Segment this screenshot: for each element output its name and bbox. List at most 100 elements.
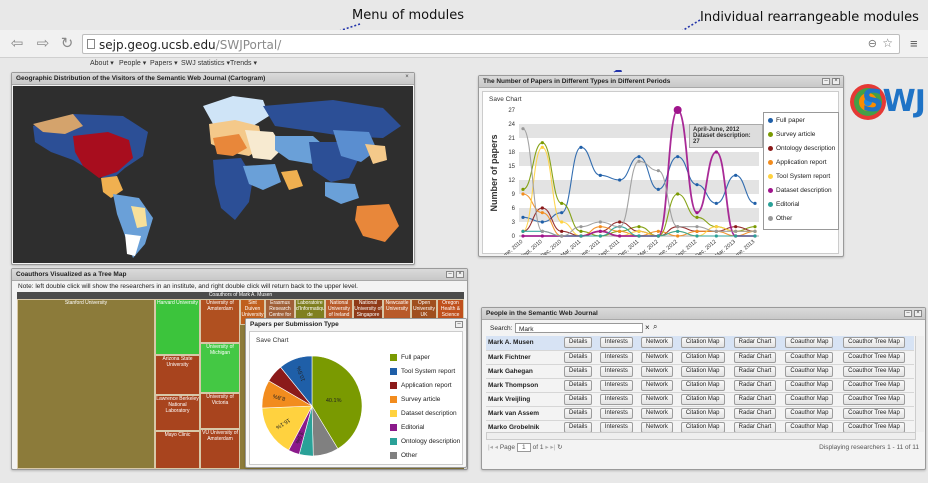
page-number-input[interactable]: 1 (516, 443, 531, 452)
coauthor-map-button[interactable]: Coauthor Map (785, 407, 834, 419)
details-button[interactable]: Details (564, 407, 593, 419)
minimize-icon[interactable]: – (446, 271, 454, 278)
network-button[interactable]: Network (640, 365, 673, 377)
search-icon[interactable]: ⌕ (653, 322, 657, 332)
network-button[interactable]: Network (640, 337, 673, 349)
legend-item[interactable]: Editorial (768, 201, 799, 208)
horizontal-scrollbar[interactable] (486, 432, 916, 440)
radar-chart-button[interactable]: Radar Chart (733, 337, 777, 349)
pie-panel[interactable]: Papers per Submission Type – Save Chart … (245, 318, 467, 468)
legend-item[interactable]: Ontology description (768, 145, 835, 152)
details-button[interactable]: Details (564, 379, 593, 391)
zoom-icon[interactable]: ⊖ (868, 37, 877, 50)
treemap-cell[interactable]: Mayo Clinic (155, 431, 200, 469)
citation-map-button[interactable]: Citation Map (680, 351, 725, 363)
network-button[interactable]: Network (640, 421, 673, 433)
coauthor-tree-map-button[interactable]: Coauthor Tree Map (843, 365, 905, 377)
citation-map-button[interactable]: Citation Map (680, 407, 725, 419)
table-row[interactable]: Mark Gahegan Details Interests Network Citat… (486, 364, 914, 379)
radar-chart-button[interactable]: Radar Chart (733, 421, 777, 433)
close-icon[interactable]: × (403, 74, 411, 82)
interests-button[interactable]: Interests (599, 337, 633, 349)
coauthor-map-button[interactable]: Coauthor Map (785, 351, 834, 363)
coauthor-map-button[interactable]: Coauthor Map (785, 337, 834, 349)
cartogram-panel-title[interactable]: Geographic Distribution of the Visitors … (12, 73, 414, 85)
legend-item[interactable]: Ontology description (390, 438, 460, 445)
coauthor-tree-map-button[interactable]: Coauthor Tree Map (843, 407, 905, 419)
citation-map-button[interactable]: Citation Map (680, 379, 725, 391)
legend-item[interactable]: Dataset description (390, 410, 457, 417)
coauthor-map-button[interactable]: Coauthor Map (785, 393, 834, 405)
coauthor-tree-map-button[interactable]: Coauthor Tree Map (843, 393, 905, 405)
interests-button[interactable]: Interests (599, 421, 633, 433)
details-button[interactable]: Details (564, 337, 593, 349)
clear-search-icon[interactable]: × (645, 323, 650, 332)
legend-item[interactable]: Other (768, 215, 792, 222)
last-page-icon[interactable]: ▸| (550, 444, 555, 451)
line-chart-panel[interactable]: The Number of Papers in Different Types … (478, 75, 844, 257)
legend-item[interactable]: Dataset description (768, 187, 832, 194)
legend-item[interactable]: Application report (768, 159, 827, 166)
minimize-icon[interactable]: – (822, 78, 830, 85)
legend-item[interactable]: Tool System report (768, 173, 830, 180)
refresh-icon[interactable]: ↻ (557, 444, 562, 451)
line-chart-panel-title[interactable]: The Number of Papers in Different Types … (479, 76, 843, 88)
coauthor-tree-map-button[interactable]: Coauthor Tree Map (843, 379, 905, 391)
network-button[interactable]: Network (640, 379, 673, 391)
cartogram-map[interactable] (13, 86, 413, 263)
people-panel[interactable]: People in the Semantic Web Journal – × S… (481, 307, 926, 470)
citation-map-button[interactable]: Citation Map (680, 393, 725, 405)
cartogram-panel[interactable]: Geographic Distribution of the Visitors … (11, 72, 415, 265)
network-button[interactable]: Network (640, 351, 673, 363)
menu-trends[interactable]: Trends ▾ (230, 59, 257, 67)
treemap-cell[interactable]: VU University of Amsterdam (200, 429, 240, 469)
details-button[interactable]: Details (564, 351, 593, 363)
coauthor-tree-map-button[interactable]: Coauthor Tree Map (843, 421, 905, 433)
menu-people[interactable]: People ▾ (119, 59, 146, 67)
coauthor-map-button[interactable]: Coauthor Map (785, 421, 834, 433)
details-button[interactable]: Details (564, 393, 593, 405)
radar-chart-button[interactable]: Radar Chart (733, 379, 777, 391)
interests-button[interactable]: Interests (599, 379, 633, 391)
coauthor-map-button[interactable]: Coauthor Map (785, 379, 834, 391)
legend-item[interactable]: Full paper (390, 354, 430, 361)
radar-chart-button[interactable]: Radar Chart (733, 365, 777, 377)
close-icon[interactable]: × (832, 78, 840, 85)
table-row[interactable]: Mark Fichtner Details Interests Network Cita… (486, 350, 914, 365)
coauthor-tree-map-button[interactable]: Coauthor Tree Map (843, 337, 905, 349)
prev-page-icon[interactable]: ◂ (495, 444, 498, 451)
treemap-cell[interactable]: Arizona State University (155, 355, 200, 395)
close-icon[interactable]: × (456, 271, 464, 278)
citation-map-button[interactable]: Citation Map (680, 337, 725, 349)
treemap-cell[interactable]: Harvard University (155, 299, 200, 355)
pie-panel-title[interactable]: Papers per Submission Type (246, 319, 466, 331)
treemap-panel-title[interactable]: Coauthors Visualized as a Tree Map (12, 269, 467, 281)
close-icon[interactable]: × (914, 310, 922, 317)
minimize-icon[interactable]: – (904, 310, 912, 317)
legend-item[interactable]: Full paper (768, 117, 805, 124)
treemap-cell[interactable]: University of Amsterdam (200, 299, 240, 343)
legend-item[interactable]: Survey article (390, 396, 440, 403)
treemap-cell[interactable]: Stanford University (17, 299, 155, 469)
coauthor-tree-map-button[interactable]: Coauthor Tree Map (843, 351, 905, 363)
treemap-cell[interactable]: Lawrence Berkeley National Laboratory (155, 395, 200, 431)
people-panel-title[interactable]: People in the Semantic Web Journal (482, 308, 925, 320)
vertical-scrollbar[interactable] (915, 336, 924, 432)
bookmark-star-icon[interactable]: ☆ (882, 36, 893, 50)
details-button[interactable]: Details (564, 421, 593, 433)
reload-icon[interactable]: ↻ (56, 34, 78, 54)
network-button[interactable]: Network (640, 407, 673, 419)
address-bar[interactable]: sejp.geog.ucsb.edu/SWJPortal/ ⊖ ☆ (82, 34, 900, 54)
legend-item[interactable]: Application report (390, 382, 452, 389)
citation-map-button[interactable]: Citation Map (680, 421, 725, 433)
radar-chart-button[interactable]: Radar Chart (733, 407, 777, 419)
radar-chart-button[interactable]: Radar Chart (733, 393, 777, 405)
interests-button[interactable]: Interests (599, 351, 633, 363)
back-icon[interactable]: ⇦ (6, 34, 28, 54)
minimize-icon[interactable]: – (455, 321, 463, 328)
table-row[interactable]: Mark A. Musen Details Interests Network Cita… (486, 336, 914, 351)
legend-item[interactable]: Other (390, 452, 417, 459)
legend-item[interactable]: Survey article (768, 131, 815, 138)
interests-button[interactable]: Interests (599, 365, 633, 377)
menu-papers[interactable]: Papers ▾ (150, 59, 178, 67)
